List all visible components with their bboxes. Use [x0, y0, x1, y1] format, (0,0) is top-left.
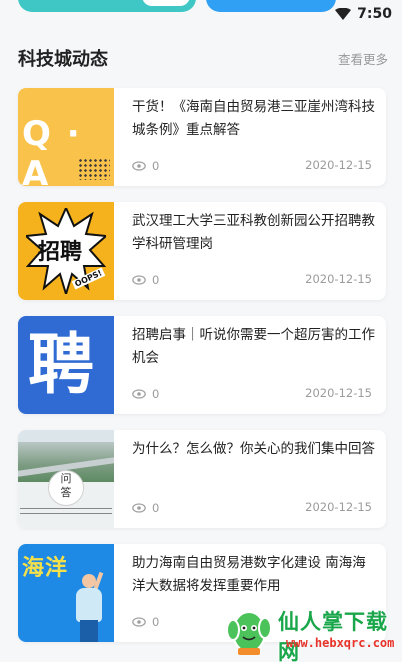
banner-card-left[interactable] [18, 0, 196, 12]
recruit-thumb-text: 招聘 [38, 240, 83, 265]
cactus-logo-icon [226, 611, 272, 655]
watermark-url: www.hebxqrc.com [286, 636, 395, 650]
site-watermark: 仙人掌下载网 www.hebxqrc.com [224, 600, 396, 662]
news-meta: 0 2020-12-15 [132, 386, 372, 402]
news-date: 2020-12-15 [305, 386, 372, 400]
news-date: 2020-12-15 [305, 272, 372, 286]
dot-pattern [78, 158, 110, 180]
news-date: 2020-12-15 [305, 500, 372, 514]
view-count: 0 [152, 273, 160, 287]
eye-icon [132, 389, 146, 399]
banner-inner-tag [142, 0, 190, 6]
ocean-thumb-text: 海洋 [22, 556, 69, 581]
news-meta: 0 2020-12-15 [132, 500, 372, 516]
view-more-link[interactable]: 查看更多 [338, 49, 388, 68]
eye-icon [132, 617, 146, 627]
status-bar: 7:50 [335, 4, 392, 24]
news-card[interactable]: 聘 招聘启事｜听说你需要一个超厉害的工作机会 0 2020-12-15 [18, 316, 386, 414]
status-time: 7:50 [357, 6, 392, 22]
figure-body [76, 588, 102, 622]
figure-legs [80, 620, 98, 642]
eye-icon [132, 275, 146, 285]
section-title: 科技城动态 [18, 49, 108, 70]
news-card[interactable]: 招聘 OOPS! 武汉理工大学三亚科教创新园公开招聘教学科研管理岗 0 2020… [18, 202, 386, 300]
eye-icon [132, 161, 146, 171]
section-header: 科技城动态 查看更多 [18, 44, 388, 72]
news-date: 2020-12-15 [305, 158, 372, 172]
view-count: 0 [152, 615, 160, 629]
view-count: 0 [152, 501, 160, 515]
news-title: 助力海南自由贸易港数字化建设 南海海洋大数据将发挥重要作用 [132, 555, 366, 594]
news-card[interactable]: 问答 为什么？怎么做？你关心的我们集中回答 0 2020-12-15 [18, 430, 386, 528]
qa-badge-text: 问答 [60, 472, 72, 499]
hire-character-icon: 聘 [28, 326, 94, 403]
ocean-figure-icon [82, 574, 96, 588]
news-card[interactable]: Q · A 干货！《海南自由贸易港三亚崖州湾科技城条例》重点解答 0 2020-… [18, 88, 386, 186]
news-thumbnail-ocean: 海洋 [18, 544, 114, 642]
news-list: Q · A 干货！《海南自由贸易港三亚崖州湾科技城条例》重点解答 0 2020-… [18, 88, 386, 658]
news-title: 干货！《海南自由贸易港三亚崖州湾科技城条例》重点解答 [132, 99, 375, 138]
view-count: 0 [152, 387, 160, 401]
news-thumbnail-city-photo: 问答 [18, 430, 114, 528]
view-count: 0 [152, 159, 160, 173]
news-thumbnail-recruit: 招聘 OOPS! [18, 202, 114, 300]
photo-caption-bar [20, 508, 112, 514]
wifi-icon [335, 8, 352, 20]
news-thumbnail-qa: Q · A [18, 88, 114, 186]
watermark-name: 仙人掌下载网 [278, 610, 388, 662]
news-meta: 0 2020-12-15 [132, 272, 372, 288]
news-title: 为什么？怎么做？你关心的我们集中回答 [132, 441, 375, 457]
news-title: 招聘启事｜听说你需要一个超厉害的工作机会 [132, 327, 375, 366]
eye-icon [132, 503, 146, 513]
news-thumbnail-hire: 聘 [18, 316, 114, 414]
news-title: 武汉理工大学三亚科教创新园公开招聘教学科研管理岗 [132, 213, 375, 252]
news-meta: 0 2020-12-15 [132, 158, 372, 174]
banner-card-right[interactable] [206, 0, 336, 12]
